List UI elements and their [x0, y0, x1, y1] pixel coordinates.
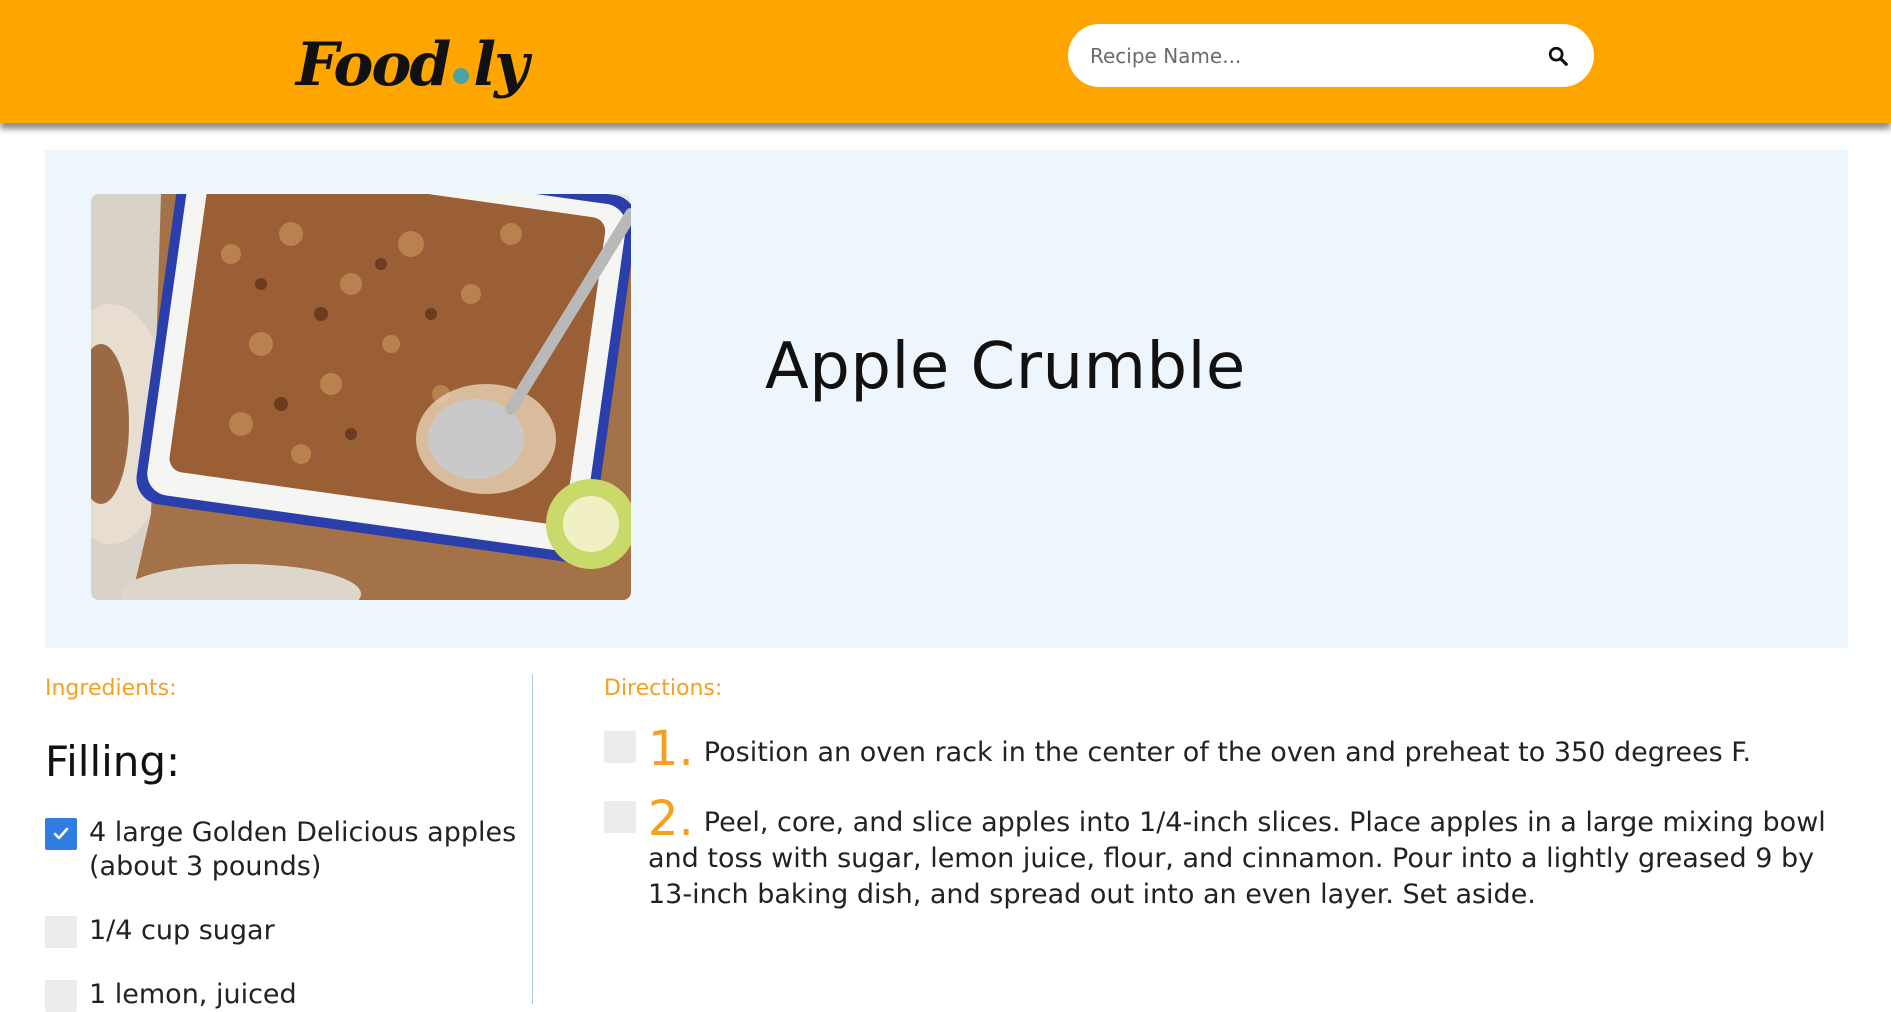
ingredient-checkbox[interactable] — [45, 916, 77, 948]
step-text: Peel, core, and slice apples into 1/4-in… — [648, 807, 1826, 910]
step-number: 2. — [648, 791, 694, 847]
apple-crumble-image — [91, 194, 631, 600]
step-content: 2. Peel, core, and slice apples into 1/4-… — [604, 795, 1834, 913]
ingredients-panel: Ingredients: Filling: 4 large Golden Del… — [45, 676, 533, 1012]
recipe-hero: Apple Crumble — [45, 150, 1848, 648]
ingredient-checkbox[interactable] — [45, 818, 77, 850]
search-button[interactable] — [1544, 42, 1572, 70]
direction-step: 1. Position an oven rack in the center of… — [604, 725, 1834, 773]
ingredient-item: 1 lemon, juiced — [45, 978, 533, 1012]
recipe-title: Apple Crumble — [765, 330, 1246, 404]
step-checkbox[interactable] — [604, 731, 636, 763]
ingredient-item: 4 large Golden Delicious apples (about 3… — [45, 816, 533, 884]
step-checkbox[interactable] — [604, 801, 636, 833]
ingredients-label: Ingredients: — [45, 676, 177, 701]
step-content: 1. Position an oven rack in the center of… — [604, 725, 1834, 773]
logo-dot-icon — [453, 68, 470, 84]
logo-text-right: ly — [473, 30, 529, 100]
directions-label: Directions: — [604, 676, 723, 701]
directions-panel: Directions: 1. Position an oven rack in t… — [604, 676, 1834, 1006]
search-input[interactable] — [1088, 34, 1532, 77]
ingredient-checkbox[interactable] — [45, 980, 77, 1012]
filling-heading: Filling: — [45, 737, 181, 786]
site-header: Food ly — [0, 0, 1891, 123]
column-divider — [532, 674, 533, 1004]
ingredient-text: 4 large Golden Delicious apples (about 3… — [89, 817, 517, 882]
ingredient-text: 1 lemon, juiced — [89, 979, 297, 1010]
step-text: Position an oven rack in the center of t… — [703, 737, 1752, 768]
search-bar — [1068, 24, 1594, 87]
foodly-logo[interactable]: Food ly — [296, 20, 529, 110]
ingredient-text: 1/4 cup sugar — [89, 915, 275, 946]
recipe-image — [91, 194, 631, 600]
ingredient-item: 1/4 cup sugar — [45, 914, 533, 948]
search-icon — [1548, 46, 1568, 66]
checkmark-icon — [53, 827, 69, 840]
step-number: 1. — [648, 721, 694, 777]
logo-text-left: Food — [296, 30, 451, 100]
direction-step: 2. Peel, core, and slice apples into 1/4-… — [604, 795, 1834, 913]
